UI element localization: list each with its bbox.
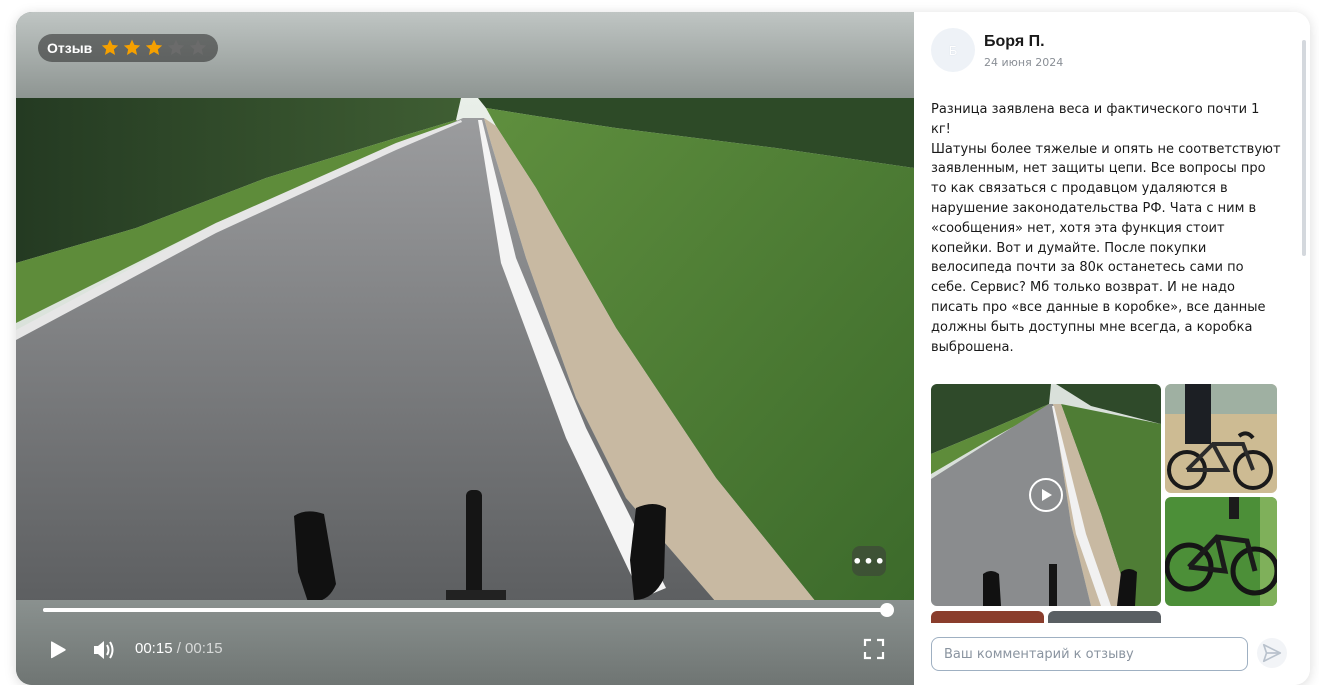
author-name: Боря П. [984, 33, 1045, 50]
media-thumbnail-photo[interactable] [1165, 384, 1277, 493]
thumbnail-image [1165, 384, 1277, 493]
scrollbar[interactable] [1302, 40, 1306, 256]
review-modal: Отзыв ••• 00:15 / 00:15 Б Боря П. 24 июн… [16, 12, 1310, 685]
review-panel: Б Боря П. 24 июня 2024 Разница заявлена … [914, 12, 1310, 685]
media-thumbnail-video[interactable] [931, 384, 1161, 606]
video-frame [16, 98, 914, 602]
fullscreen-button[interactable] [861, 636, 887, 662]
current-time: 00:15 [135, 640, 173, 657]
volume-button[interactable] [90, 636, 118, 664]
badge-label: Отзыв [47, 40, 93, 56]
avatar: Б [931, 28, 975, 72]
progress-fill [43, 608, 887, 612]
rating-badge: Отзыв [38, 34, 218, 62]
more-options-button[interactable]: ••• [852, 546, 886, 576]
media-thumbnail-photo[interactable] [1048, 611, 1161, 623]
time-display: 00:15 / 00:15 [135, 640, 223, 657]
media-thumbnail-photo[interactable] [931, 611, 1044, 623]
star-icon [146, 39, 163, 55]
review-date: 24 июня 2024 [984, 56, 1064, 69]
star-icon [124, 39, 141, 55]
progress-knob[interactable] [880, 603, 894, 617]
progress-bar[interactable] [43, 603, 894, 617]
star-icon [168, 39, 185, 55]
avatar-initial: Б [948, 42, 958, 58]
send-icon [1262, 643, 1282, 663]
play-icon [1029, 478, 1063, 512]
media-thumbnail-photo[interactable] [1165, 497, 1277, 606]
comment-input[interactable] [931, 637, 1248, 671]
review-text: Разница заявлена веса и фактического поч… [931, 102, 1281, 355]
fullscreen-icon [863, 638, 885, 660]
thumbnail-image [1165, 497, 1277, 606]
star-icon [190, 39, 207, 55]
total-time: / 00:15 [172, 640, 223, 657]
video-player[interactable]: Отзыв ••• 00:15 / 00:15 [16, 12, 914, 685]
send-button[interactable] [1257, 638, 1287, 668]
play-button[interactable] [44, 636, 72, 664]
more-icon: ••• [852, 551, 886, 571]
volume-icon [94, 641, 114, 659]
play-icon [51, 641, 66, 659]
star-icon [102, 39, 119, 55]
